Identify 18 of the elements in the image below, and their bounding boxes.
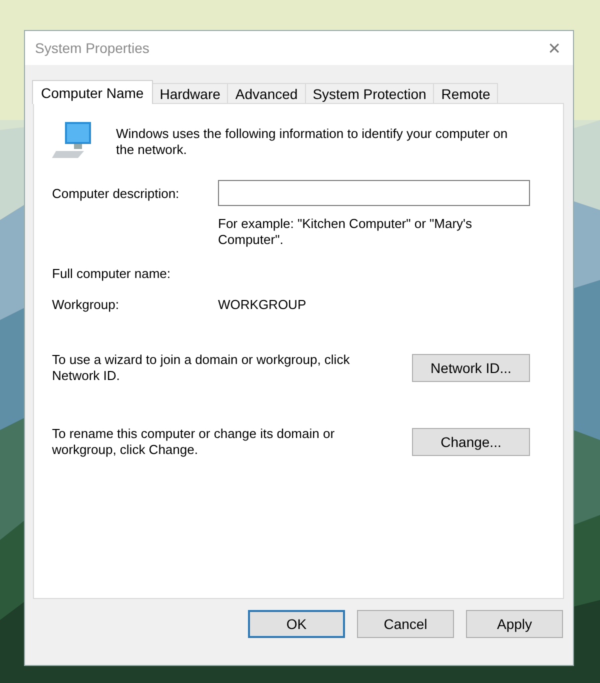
workgroup-label: Workgroup: (52, 297, 120, 312)
workgroup-value: WORKGROUP (218, 297, 308, 312)
description-label: Computer description: (52, 186, 180, 200)
tab[interactable]: Computer Name (32, 80, 153, 104)
window-title: System Properties (35, 40, 150, 56)
change-button[interactable]: Change... (412, 428, 530, 456)
full-name-label: Full computer name: (52, 266, 172, 281)
description-field[interactable] (218, 180, 530, 206)
tab[interactable]: System Protection (304, 83, 434, 103)
instruction-text: To rename this computer or change its domain or workgroup, click Change. (52, 426, 336, 458)
apply-button[interactable]: Apply (466, 610, 563, 638)
instruction-text: To use a wizard to join a domain or workgroup, click Network ID. (52, 352, 351, 384)
intro-text: Windows uses the following information to identify your computer on the network. (116, 125, 509, 158)
network-id-button[interactable]: Network ID... (412, 354, 530, 382)
ok-button[interactable]: OK (248, 610, 345, 638)
tab[interactable]: Remote (433, 83, 498, 103)
hint-text: For example: "Kitchen Computer" or "Mary's Computer". (218, 216, 474, 248)
cancel-button[interactable]: Cancel (357, 610, 454, 638)
